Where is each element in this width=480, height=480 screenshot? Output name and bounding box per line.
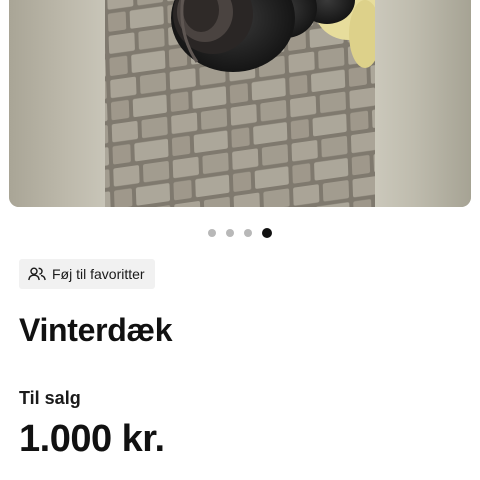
gallery-blur-left [9,0,105,207]
listing-page: Føj til favoritter Vinterdæk Til salg 1.… [0,0,480,480]
pagination-dot[interactable] [226,229,234,237]
pagination-dot[interactable] [208,229,216,237]
image-gallery[interactable] [9,0,471,207]
gallery-blur-right [375,0,471,207]
add-to-favorites-button[interactable]: Føj til favoritter [19,259,155,289]
listing-price: 1.000 kr. [19,418,165,460]
pagination-dot-active[interactable] [262,228,272,238]
gallery-pagination [0,228,480,238]
listing-title: Vinterdæk [19,312,173,348]
favorite-label: Føj til favoritter [52,266,145,282]
sale-type-label: Til salg [19,388,81,408]
people-icon [28,267,46,281]
pagination-dot[interactable] [244,229,252,237]
listing-photo[interactable] [105,0,375,207]
